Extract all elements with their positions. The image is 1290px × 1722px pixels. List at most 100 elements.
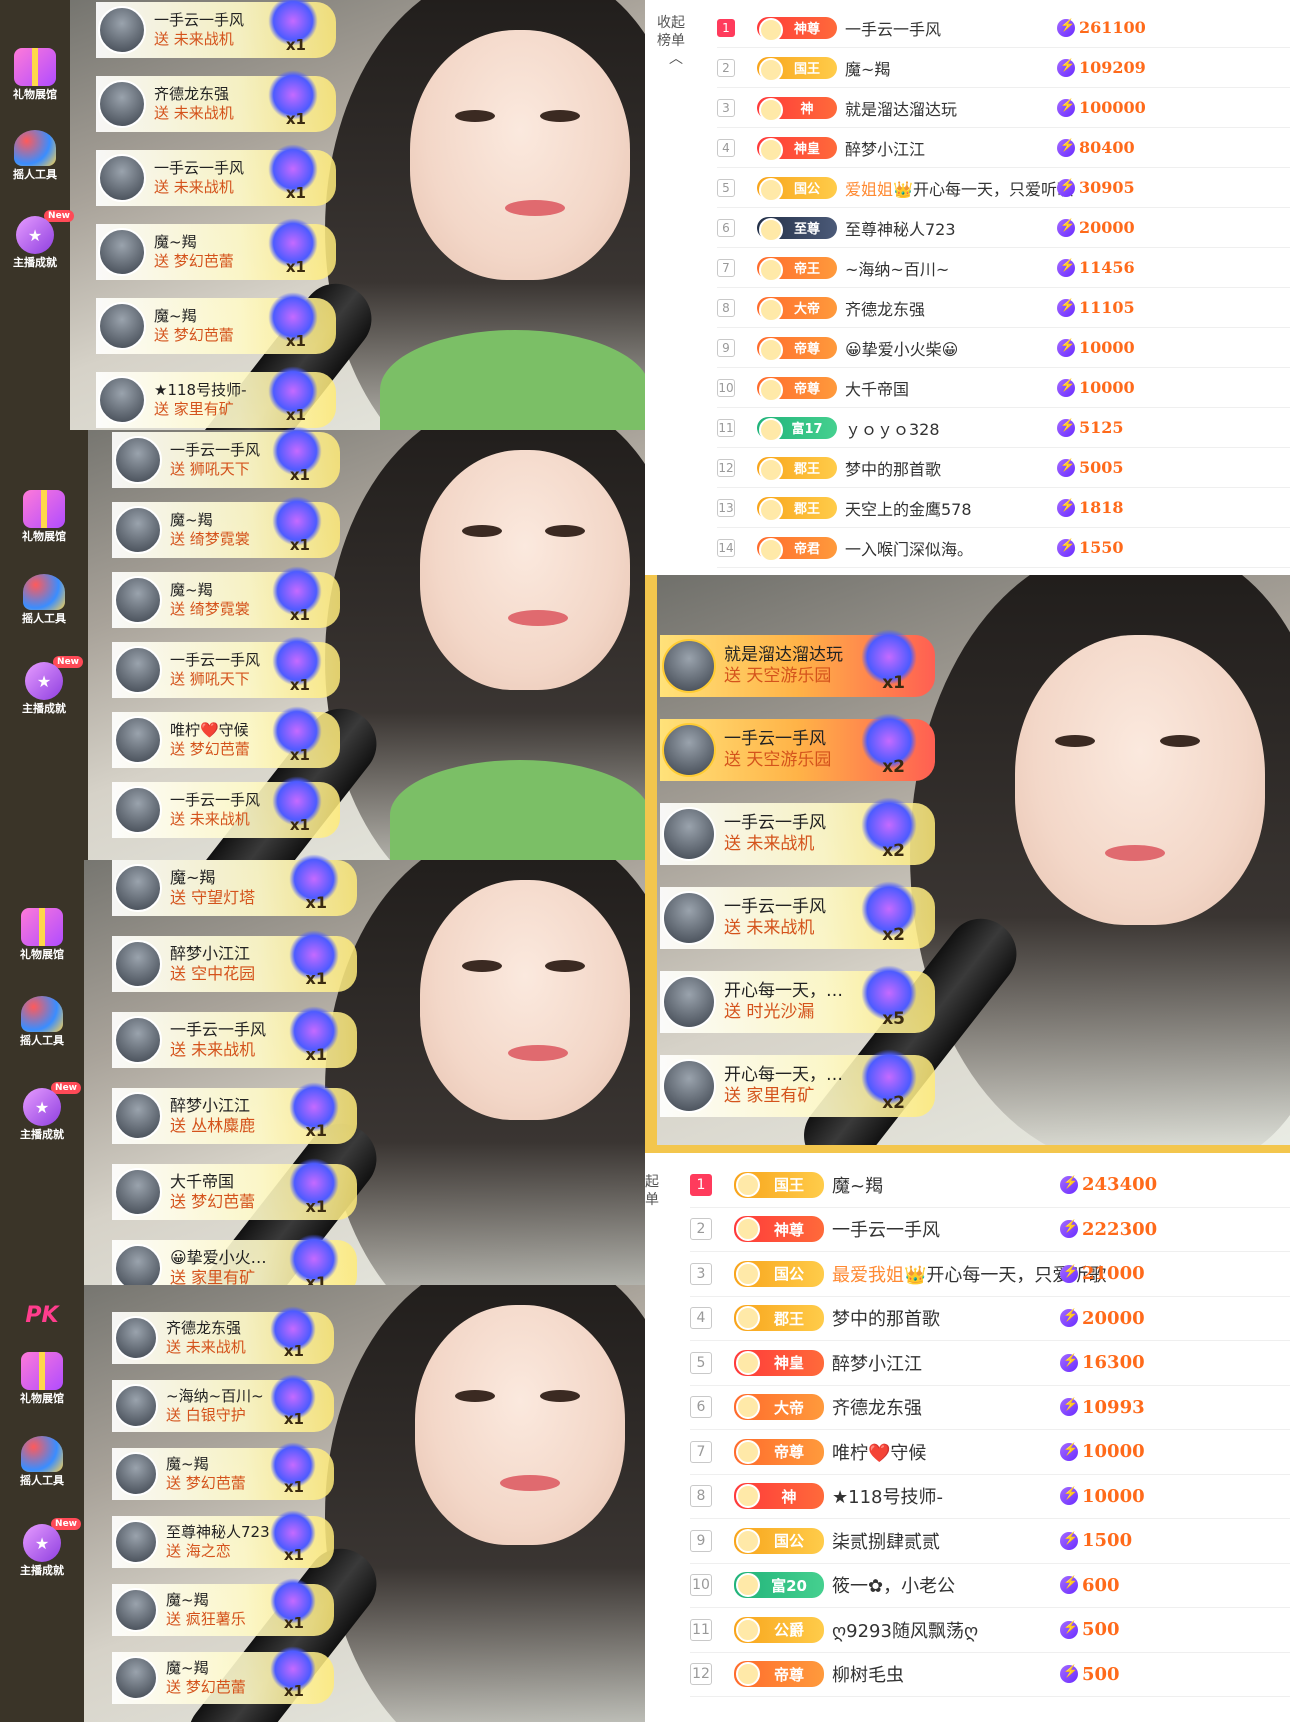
rank-row[interactable]: 2 国王魔~羯 109209 xyxy=(717,48,1290,88)
rank-score: 5005 xyxy=(1057,458,1124,477)
rank-row[interactable]: 12 郡王梦中的那首歌 5005 xyxy=(717,448,1290,488)
avatar[interactable] xyxy=(114,716,162,764)
gift-text: 醉梦小江江送 空中花园 xyxy=(170,944,255,984)
avatar[interactable] xyxy=(662,975,716,1029)
tools-button[interactable]: 摇人工具 xyxy=(0,130,74,182)
sidebar-d: PK 礼物展馆 摇人工具 New ★ 主播成就 xyxy=(0,1285,84,1722)
rank-row[interactable]: 9 国公柒贰捌肆贰贰 1500 xyxy=(690,1519,1290,1564)
gift-hall-button[interactable]: 礼物展馆 xyxy=(0,48,74,102)
tools-button[interactable]: 摇人工具 xyxy=(5,574,83,626)
avatar[interactable] xyxy=(114,864,162,912)
rank-row[interactable]: 12 帝尊柳树毛虫 500 xyxy=(690,1653,1290,1697)
rank-row[interactable]: 8 大帝齐德龙东强 11105 xyxy=(717,288,1290,328)
avatar[interactable] xyxy=(114,576,162,624)
rank-row[interactable]: 10 帝尊大千帝国 10000 xyxy=(717,368,1290,408)
rank-row[interactable]: 1 国王魔~羯 243400 xyxy=(690,1163,1290,1208)
gift-hall-button[interactable]: 礼物展馆 xyxy=(5,490,83,544)
tools-button[interactable]: 摇人工具 xyxy=(3,1436,81,1488)
rank-username-text: 醉梦小江江 xyxy=(845,139,926,159)
avatar[interactable] xyxy=(98,376,146,424)
tools-button[interactable]: 摇人工具 xyxy=(3,996,81,1048)
rank-username-text: 一手云一手风 xyxy=(832,1220,940,1242)
gift-sender: 魔~羯 xyxy=(166,1455,209,1474)
rank-row[interactable]: 6 至尊至尊神秘人723 20000 xyxy=(717,208,1290,248)
collapse-rank-button[interactable]: 收起 榜单 ︿ xyxy=(657,14,697,69)
rank-row[interactable]: 3 神就是溜达溜达玩 100000 xyxy=(717,88,1290,128)
rank-username: 魔~羯 xyxy=(845,56,890,80)
gift-count: x1 xyxy=(283,1342,304,1360)
avatar[interactable] xyxy=(98,80,146,128)
rank-number: 6 xyxy=(717,218,735,237)
rank-row[interactable]: 1 神尊一手云一手风 261100 xyxy=(717,8,1290,48)
rank-row[interactable]: 5 神皇醉梦小江江 16300 xyxy=(690,1341,1290,1386)
avatar[interactable] xyxy=(114,1016,162,1064)
lightning-icon xyxy=(1057,298,1075,317)
rank-row[interactable]: 4 神皇醉梦小江江 80400 xyxy=(717,128,1290,168)
avatar[interactable] xyxy=(114,1092,162,1140)
rank-number: 2 xyxy=(717,58,735,77)
avatar[interactable] xyxy=(662,807,716,861)
rank-panel-bottom: 起 单 1国王魔~羯2434002神尊一手云一手风2223003国公最爱我姐👑开… xyxy=(645,1155,1290,1722)
rank-score-value: 10000 xyxy=(1079,338,1135,357)
rank-row[interactable]: 8神 ★118号技师- 10000 xyxy=(690,1475,1290,1519)
rank-score: 16300 xyxy=(1060,1352,1145,1373)
rank-row[interactable]: 6 大帝齐德龙东强 10993 xyxy=(690,1386,1290,1430)
gift-count: x1 xyxy=(289,466,310,484)
avatar[interactable] xyxy=(98,228,146,276)
rank-row[interactable]: 5 国公爱姐姐👑开心每一天，只爱听歌 30905 xyxy=(717,168,1290,208)
avatar[interactable] xyxy=(114,1452,158,1496)
rank-badge: 富17 xyxy=(757,416,837,442)
gift-feed-a: 一手云一手风送 未来战机 x1 齐德龙东强送 未来战机 x1 一手云一手风送 未来战机 x… xyxy=(96,0,336,428)
achievement-button[interactable]: New ★ 主播成就 xyxy=(3,1518,81,1578)
rank-row[interactable]: 7 帝王 ~海纳~百川~ 11456 xyxy=(717,248,1290,288)
rank-row[interactable]: 10 富20 筱一✿，小老公 600 xyxy=(690,1564,1290,1608)
gift-count: x1 xyxy=(289,816,310,834)
tools-label: 摇人工具 xyxy=(22,612,66,625)
gift-hall-button[interactable]: 礼物展馆 xyxy=(3,908,81,962)
avatar[interactable] xyxy=(114,1656,158,1700)
rank-row[interactable]: 14 帝君一入喉门深似海。 1550 xyxy=(717,528,1290,568)
lightning-icon xyxy=(1060,1442,1078,1461)
avatar[interactable] xyxy=(98,154,146,202)
tools-icon xyxy=(14,130,56,166)
lightning-icon xyxy=(1057,178,1075,197)
avatar[interactable] xyxy=(114,786,162,834)
gift-count: x2 xyxy=(882,757,905,777)
gift-sender: 一手云一手风 xyxy=(724,812,826,833)
avatar[interactable] xyxy=(662,639,716,693)
rank-row[interactable]: 2 神尊一手云一手风 222300 xyxy=(690,1208,1290,1252)
rank-row[interactable]: 4 郡王梦中的那首歌 20000 xyxy=(690,1297,1290,1341)
achievement-button[interactable]: New ★ 主播成就 xyxy=(5,656,83,716)
avatar[interactable] xyxy=(114,940,162,988)
avatar[interactable] xyxy=(114,506,162,554)
avatar[interactable] xyxy=(114,1588,158,1632)
rank-row[interactable]: 9 帝尊 😀挚爱小火柴😀 10000 xyxy=(717,328,1290,368)
rank-row[interactable]: 3国公最爱我姐👑开心每一天，只爱听歌21000 xyxy=(690,1252,1290,1297)
rank-score: 10000 xyxy=(1057,378,1135,397)
avatar[interactable] xyxy=(662,723,716,777)
gift-hall-button[interactable]: 礼物展馆 xyxy=(3,1352,81,1406)
avatar[interactable] xyxy=(114,1384,158,1428)
achievement-button[interactable]: New ★ 主播成就 xyxy=(3,1082,81,1142)
rank-row[interactable]: 13 郡王天空上的金鹰578 1818 xyxy=(717,488,1290,528)
rank-row[interactable]: 7 帝尊唯柠❤️守候 10000 xyxy=(690,1430,1290,1475)
rank-row[interactable]: 11 富17 ｙｏｙｏ328 5125 xyxy=(717,408,1290,448)
collapse-rank-button[interactable]: 起 单 xyxy=(645,1173,665,1209)
gift-name: 送 丛林麋鹿 xyxy=(170,1116,256,1135)
avatar[interactable] xyxy=(114,646,162,694)
rank-username-text: 一手云一手风 xyxy=(845,19,942,39)
pk-button[interactable]: PK xyxy=(25,1303,58,1328)
gift-name: 送 梦幻芭蕾 xyxy=(154,326,234,344)
rank-row[interactable]: 11 公爵 ღ9293随风飘荡ღ 500 xyxy=(690,1608,1290,1653)
avatar[interactable] xyxy=(662,1059,716,1113)
avatar[interactable] xyxy=(114,1520,158,1564)
avatar[interactable] xyxy=(114,1316,158,1360)
avatar[interactable] xyxy=(114,436,162,484)
avatar[interactable] xyxy=(98,302,146,350)
avatar[interactable] xyxy=(98,6,146,54)
achievement-button[interactable]: New ★ 主播成就 xyxy=(0,210,74,270)
gift-name: 送 狮吼天下 xyxy=(170,670,250,688)
avatar[interactable] xyxy=(662,891,716,945)
avatar[interactable] xyxy=(114,1168,162,1216)
streamer-face xyxy=(410,30,630,280)
